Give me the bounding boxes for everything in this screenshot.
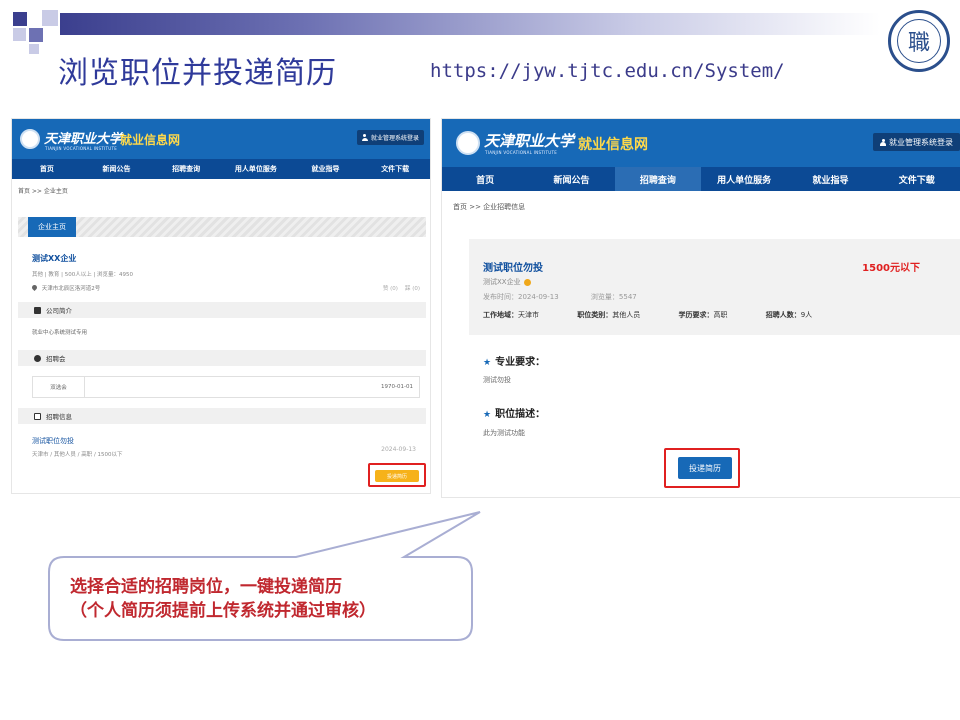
callout-line-1: 选择合适的招聘岗位，一键投递简历 [70,577,342,597]
callout-text: 选择合适的招聘岗位，一键投递简历 （个人简历须提前上传系统并通过审核） [70,575,376,623]
callout-line-2: （个人简历须提前上传系统并通过审核） [70,601,376,621]
